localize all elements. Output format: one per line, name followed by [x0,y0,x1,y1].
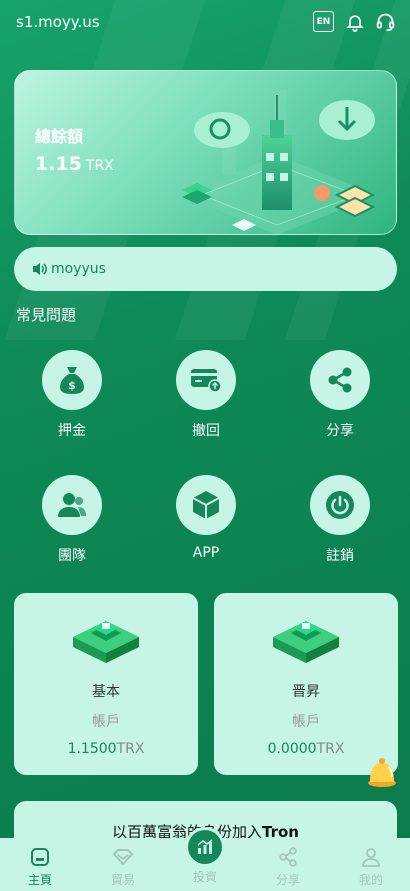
bell-icon[interactable] [344,11,365,32]
basic-account-card[interactable]: 基本 帳戶 1.1500TRX [14,593,198,775]
app-button[interactable]: APP [161,475,251,561]
balance-card: 總餘額 1.15 TRX [14,70,397,235]
app-label: APP [192,545,220,561]
power-icon [326,491,354,519]
nav-home-label: 主頁 [27,873,52,887]
promotion-balance-value: 0.0000 [267,741,317,757]
share-icon [328,367,352,393]
card-withdraw-icon [191,369,222,393]
nav-profile[interactable]: 我的 [341,846,401,888]
site-title: s1.moyy.us [16,13,100,31]
promotion-account-card[interactable]: 晋昇 帳戶 0.0000TRX [214,593,398,775]
team-label: 團隊 [58,548,86,564]
promotion-balance-unit: TRX [316,741,345,757]
nav-profile-label: 我的 [358,873,383,887]
deposit-button[interactable]: $ 押金 [27,350,117,440]
basic-account-name: 基本 [92,684,120,700]
bottom-nav: 主頁 貿易 投資 分享 我的 [0,830,410,891]
balance-value: 1.15 [35,153,82,175]
wallet-box-icon [73,621,139,663]
wallet-box-icon [273,621,339,663]
withdraw-button[interactable]: 撤回 [161,350,251,440]
nav-share[interactable]: 分享 [258,846,318,888]
basic-balance-unit: TRX [116,741,145,757]
svg-text:$: $ [68,379,76,392]
notification-bell-icon[interactable] [364,755,400,789]
basic-account-sub: 帳戶 [92,714,120,730]
nav-invest[interactable]: 投資 [175,868,235,885]
nav-invest-label: 投資 [192,870,217,884]
money-bag-icon: $ [60,367,84,394]
nav-share-label: 分享 [275,873,300,887]
nav-invest-button[interactable] [188,830,222,864]
logout-button[interactable]: 註銷 [295,475,385,565]
speaker-icon [33,263,47,275]
city-illustration-icon [182,89,377,234]
chart-icon [197,839,213,854]
announcement-text: moyyus [51,261,106,277]
deposit-label: 押金 [58,423,86,439]
share-icon [279,847,297,867]
cube-icon [192,491,220,519]
home-icon [31,848,49,866]
share-label: 分享 [326,423,354,439]
top-bar: s1.moyy.us EN [0,0,410,44]
team-button[interactable]: 團隊 [27,475,117,565]
user-icon [362,848,380,867]
basic-balance-value: 1.1500 [67,741,117,757]
diamond-icon [112,849,134,866]
language-button[interactable]: EN [313,11,334,32]
nav-trade-label: 貿易 [110,873,135,887]
headset-icon[interactable] [375,11,396,32]
basic-account-balance: 1.1500TRX [14,741,198,757]
team-icon [58,493,86,517]
faq-title: 常見問題 [16,306,77,324]
nav-home[interactable]: 主頁 [10,846,70,888]
announcement-bar[interactable]: moyyus [14,247,397,291]
promotion-account-name: 晋昇 [292,684,320,700]
nav-trade[interactable]: 貿易 [93,846,153,888]
balance-unit: TRX [85,158,114,174]
promotion-account-sub: 帳戶 [292,714,320,730]
balance-label: 總餘額 [35,127,84,146]
balance-amount: 1.15 TRX [35,153,114,175]
withdraw-label: 撤回 [192,423,220,439]
share-button[interactable]: 分享 [295,350,385,440]
logout-label: 註銷 [326,548,354,564]
